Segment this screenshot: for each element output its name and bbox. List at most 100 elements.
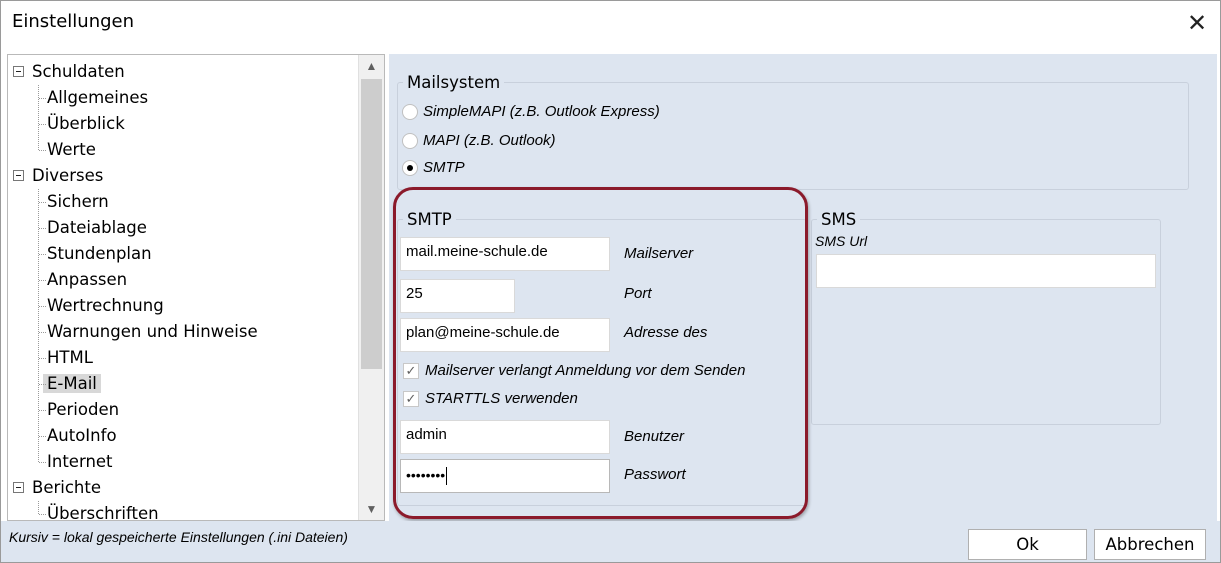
sender-address-input[interactable]: plan@meine-schule.de (400, 318, 610, 352)
tree-item[interactable]: AutoInfo (43, 423, 121, 449)
tree-connector (39, 98, 46, 99)
tree-connector (39, 462, 46, 463)
tree-item-label: Werte (47, 140, 96, 159)
port-input[interactable]: 25 (400, 279, 515, 313)
tree-item-label: Schuldaten (32, 62, 125, 81)
radio-label: SMTP (423, 159, 465, 176)
mailsystem-group-title: Mailsystem (403, 73, 505, 92)
tree-scrollbar[interactable]: ▲ ▼ (358, 55, 384, 520)
tree-connector (39, 280, 46, 281)
text-caret (446, 467, 448, 486)
tree-connector (38, 189, 39, 462)
dialog-title: Einstellungen (12, 11, 135, 32)
settings-tree-panel: Schuldaten Allgemeines Überblick Werte Diver… (7, 54, 385, 521)
tree-group-node[interactable]: Berichte (28, 475, 105, 501)
tree-connector (39, 228, 46, 229)
tree-item[interactable]: E-Mail (43, 371, 101, 397)
tree-item-label: Diverses (32, 166, 104, 185)
starttls-label: STARTTLS verwenden (425, 390, 578, 407)
smtp-group-title: SMTP (403, 210, 456, 229)
cancel-button[interactable]: Abbrechen (1094, 529, 1206, 560)
scroll-down-arrow-icon[interactable]: ▼ (359, 498, 384, 520)
tree-item[interactable]: Perioden (43, 397, 123, 423)
radio-button-checked[interactable] (402, 160, 418, 176)
mailserver-label: Mailserver (624, 245, 694, 262)
tree-item-label: Überblick (47, 114, 125, 133)
tree-connector (38, 85, 39, 150)
collapse-minus-icon[interactable] (13, 482, 24, 493)
username-label: Benutzer (624, 428, 685, 445)
sms-url-label: SMS Url (815, 233, 868, 249)
tree-item[interactable]: Stundenplan (43, 241, 156, 267)
ok-button[interactable]: Ok (968, 529, 1087, 560)
email-settings-panel: Mailsystem SimpleMAPI (z.B. Outlook Expr… (389, 54, 1217, 521)
tree-item-label: HTML (47, 348, 93, 367)
scroll-up-arrow-icon[interactable]: ▲ (359, 55, 384, 77)
sms-url-input[interactable] (816, 254, 1156, 288)
scroll-thumb[interactable] (361, 79, 382, 369)
tree-item-label: Anpassen (47, 270, 128, 289)
tree-item[interactable]: Allgemeines (43, 85, 152, 111)
checkbox-checked[interactable]: ✓ (403, 391, 419, 407)
settings-tree: Schuldaten Allgemeines Überblick Werte Diver… (8, 55, 360, 520)
port-label: Port (624, 285, 652, 302)
tree-item[interactable]: Sichern (43, 189, 113, 215)
auth-required-label: Mailserver verlangt Anmeldung vor dem Se… (425, 362, 746, 379)
tree-connector (39, 254, 46, 255)
close-icon[interactable]: ✕ (1184, 11, 1210, 37)
password-mask: •••••••• (406, 467, 446, 483)
tree-group-node[interactable]: Schuldaten (28, 59, 129, 85)
sms-group-title: SMS (817, 210, 861, 229)
password-label: Passwort (624, 466, 686, 483)
tree-item[interactable]: Internet (43, 449, 117, 475)
settings-dialog: Einstellungen ✕ Schuldaten Allgemeines Übe… (0, 0, 1221, 563)
tree-item-label: Warnungen und Hinweise (47, 322, 258, 341)
tree-item[interactable]: Wertrechnung (43, 293, 168, 319)
tree-item-label: E-Mail (43, 374, 101, 393)
tree-item[interactable]: Werte (43, 137, 100, 163)
tree-group-node[interactable]: Diverses (28, 163, 107, 189)
tree-item-label: Berichte (32, 478, 101, 497)
tree-item-label: Internet (47, 452, 113, 471)
tree-item-label: Allgemeines (47, 88, 149, 107)
mailserver-input[interactable]: mail.meine-schule.de (400, 237, 610, 271)
tree-connector (39, 124, 46, 125)
tree-item-label: Perioden (47, 400, 120, 419)
password-input[interactable]: •••••••• (400, 459, 610, 493)
dialog-footer: Kursiv = lokal gespeicherte Einstellunge… (1, 521, 1220, 562)
tree-item[interactable]: Überschriften (43, 501, 163, 521)
tree-connector (39, 436, 46, 437)
radio-button[interactable] (402, 104, 418, 120)
title-bar: Einstellungen ✕ (1, 1, 1220, 47)
tree-connector (39, 358, 46, 359)
tree-item[interactable]: HTML (43, 345, 97, 371)
tree-item-label: AutoInfo (47, 426, 117, 445)
collapse-minus-icon[interactable] (13, 170, 24, 181)
checkbox-checked[interactable]: ✓ (403, 363, 419, 379)
tree-connector (39, 410, 46, 411)
radio-label: SimpleMAPI (z.B. Outlook Express) (423, 103, 660, 120)
collapse-minus-icon[interactable] (13, 66, 24, 77)
tree-item-label: Sichern (47, 192, 109, 211)
tree-connector (38, 501, 39, 514)
footer-note: Kursiv = lokal gespeicherte Einstellunge… (9, 529, 348, 545)
sms-group (811, 219, 1161, 425)
tree-connector (39, 150, 46, 151)
tree-connector (39, 202, 46, 203)
radio-button[interactable] (402, 133, 418, 149)
tree-item-label: Dateiablage (47, 218, 147, 237)
tree-item[interactable]: Dateiablage (43, 215, 151, 241)
tree-item-label: Stundenplan (47, 244, 152, 263)
tree-item-label: Überschriften (47, 504, 159, 521)
tree-connector (39, 306, 46, 307)
tree-item-label: Wertrechnung (47, 296, 164, 315)
tree-item[interactable]: Anpassen (43, 267, 131, 293)
radio-label: MAPI (z.B. Outlook) (423, 132, 556, 149)
tree-item[interactable]: Warnungen und Hinweise (43, 319, 262, 345)
tree-connector (39, 332, 46, 333)
username-input[interactable]: admin (400, 420, 610, 454)
tree-item[interactable]: Überblick (43, 111, 129, 137)
sender-address-label: Adresse des (624, 324, 708, 341)
tree-connector (39, 384, 46, 385)
tree-connector (39, 514, 46, 515)
